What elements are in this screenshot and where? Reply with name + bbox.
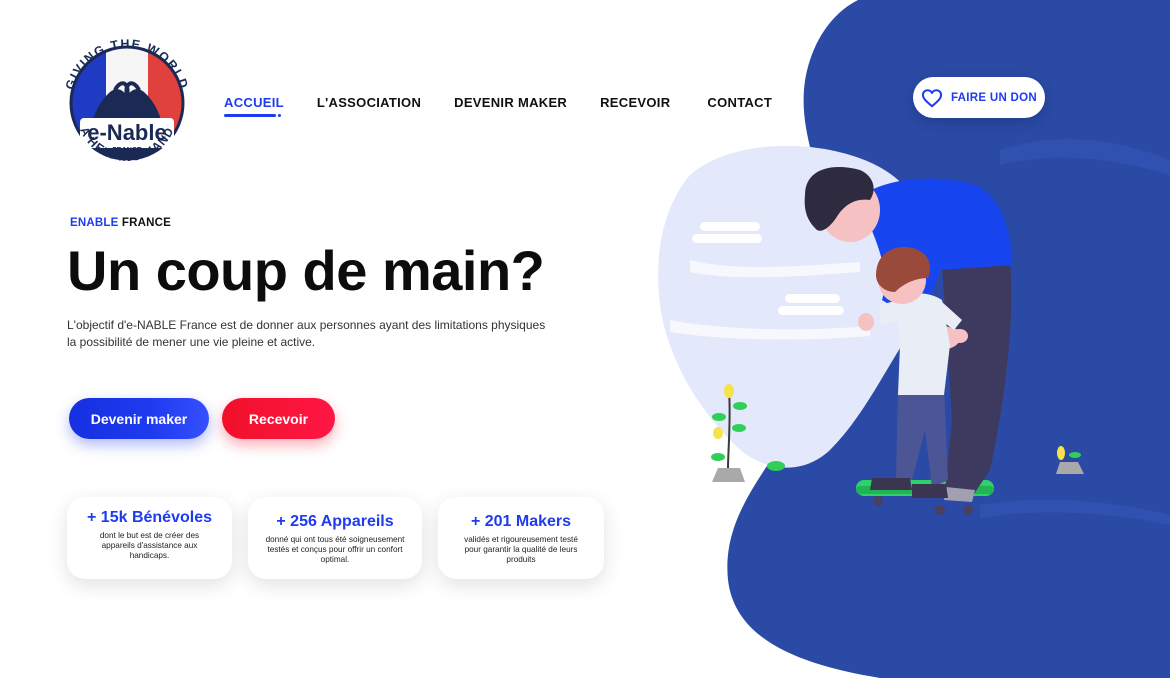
nav-item-accueil[interactable]: ACCUEIL xyxy=(224,95,284,117)
nav-item-association[interactable]: L'ASSOCIATION xyxy=(317,95,421,110)
hero-headline: Un coup de main? xyxy=(67,239,545,302)
stat-title: + 15k Bénévoles xyxy=(87,509,212,526)
stat-text: dont le but est de créer des appareils d… xyxy=(99,531,200,560)
recevoir-button[interactable]: Recevoir xyxy=(222,398,335,439)
devenir-maker-button[interactable]: Devenir maker xyxy=(69,398,209,439)
stat-card-benevoles: + 15k Bénévoles dont le but est de créer… xyxy=(67,497,232,579)
stat-text: donné qui ont tous été soigneusement tes… xyxy=(265,535,405,564)
stat-card-appareils: + 256 Appareils donné qui ont tous été s… xyxy=(248,497,422,579)
kicker-enable: ENABLE xyxy=(70,217,119,229)
nav-item-devenir-maker[interactable]: DEVENIR MAKER xyxy=(454,95,567,110)
nav-item-recevoir[interactable]: RECEVOIR xyxy=(600,95,670,110)
heart-icon xyxy=(921,88,943,107)
enable-france-logo[interactable]: GIVING THE WORLD e-Nable FRANCE A HELPIN… xyxy=(60,30,194,180)
nav-item-contact[interactable]: CONTACT xyxy=(707,95,772,110)
stat-text: validés et rigoureusement testé pour gar… xyxy=(464,535,578,564)
kicker-france: FRANCE xyxy=(118,217,171,229)
logo-emblem: GIVING THE WORLD e-Nable FRANCE A HELPIN… xyxy=(63,37,190,164)
hero-kicker: ENABLE FRANCE xyxy=(70,217,171,229)
donate-button[interactable]: FAIRE UN DON xyxy=(913,77,1045,118)
stat-title: + 201 Makers xyxy=(470,513,572,530)
stat-card-makers: + 201 Makers validés et rigoureusement t… xyxy=(438,497,604,579)
stat-title: + 256 Appareils xyxy=(276,513,394,530)
hero-description: L'objectif d'e-NABLE France est de donne… xyxy=(67,318,546,349)
main-nav: ACCUEIL L'ASSOCIATION DEVENIR MAKER RECE… xyxy=(224,95,805,117)
donate-label: FAIRE UN DON xyxy=(950,91,1038,104)
